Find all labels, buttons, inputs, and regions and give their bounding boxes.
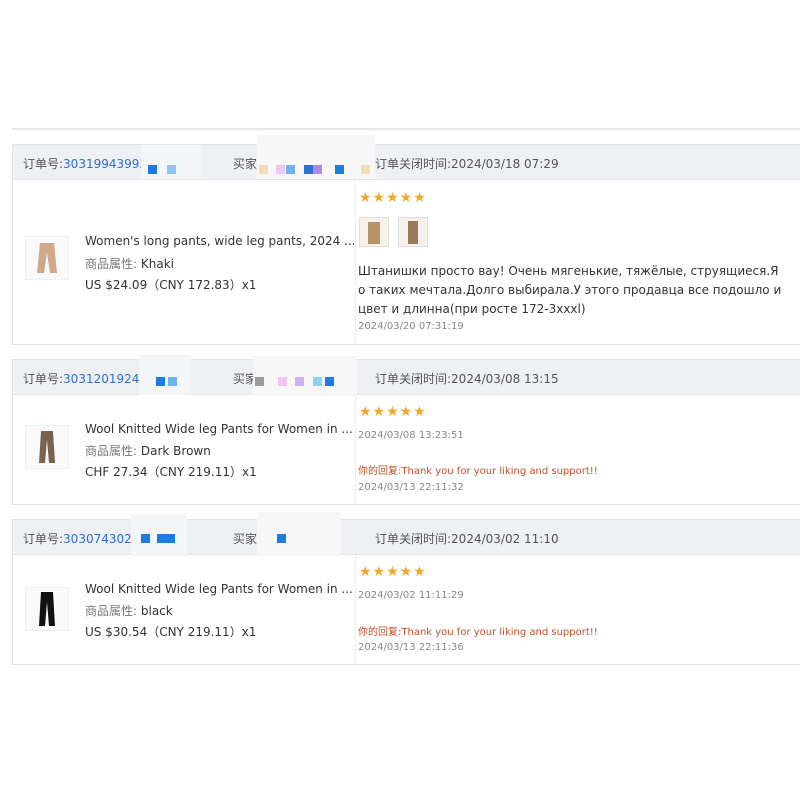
order-header: 订单号:3031201924 买家 订单关闭时间:2024/03/08 13:1… (13, 355, 800, 396)
attr-key: 商品属性: (85, 257, 138, 271)
redaction-pixel (259, 165, 268, 174)
rating-stars: ★★★★★ (359, 404, 427, 420)
reply-label: 你的回复: (358, 466, 402, 477)
redaction-pixel (276, 165, 285, 174)
column-divider (355, 555, 356, 666)
redaction-pixel (168, 377, 177, 386)
product-price: CHF 27.34（CNY 219.11）x1 (85, 465, 257, 479)
order-body: Women's long pants, wide leg pants, 2024… (13, 180, 800, 346)
redaction-pixel (255, 377, 264, 386)
review-text: Штанишки просто вау! Очень мягенькие, тя… (358, 264, 782, 316)
review-photo[interactable] (398, 217, 428, 247)
reply-time: 2024/03/13 22:11:36 (358, 642, 464, 653)
product-title[interactable]: Wool Knitted Wide leg Pants for Women in… (85, 422, 353, 436)
redaction-pixel (313, 377, 322, 386)
redaction-pixel (278, 377, 287, 386)
rating-stars: ★★★★★ (359, 564, 427, 580)
order-number-label: 订单号: (23, 372, 64, 386)
reply-text: Thank you for your liking and support!! (401, 627, 598, 638)
order-header: 订单号:3030743026 买家 订单关闭时间:2024/03/02 11:1… (13, 512, 800, 556)
seller-reply: 你的回复:Thank you for your liking and suppo… (358, 462, 598, 477)
order-body: Wool Knitted Wide leg Pants for Women in… (13, 395, 800, 506)
attr-key: 商品属性: (85, 444, 138, 458)
redaction-pixel (286, 165, 295, 174)
buyer-label: 买家 (233, 532, 258, 546)
product-thumbnail[interactable] (25, 236, 69, 280)
redaction-mask (253, 356, 357, 396)
attr-value: black (140, 604, 173, 618)
review-time: 2024/03/02 11:11:29 (358, 590, 464, 601)
redaction-pixel (361, 165, 370, 174)
redaction-pixel (141, 534, 150, 543)
product-price: US $24.09（CNY 172.83）x1 (85, 278, 257, 292)
column-divider (355, 180, 356, 346)
product-thumbnail[interactable] (25, 587, 69, 631)
redaction-pixel (325, 377, 334, 386)
product-attributes: 商品属性: Dark Brown (85, 442, 211, 459)
redaction-pixel (313, 165, 322, 174)
order-number-label: 订单号: (23, 157, 64, 171)
redaction-pixel (335, 165, 344, 174)
order-closed-time: 订单关闭时间:2024/03/08 13:15 (375, 372, 559, 386)
order-closed-time: 订单关闭时间:2024/03/02 11:10 (375, 532, 559, 546)
product-title[interactable]: Women's long pants, wide leg pants, 2024… (85, 234, 356, 248)
order-card: 订单号:30319943993 买家 订单关闭时间:2024/03/18 07:… (12, 135, 800, 346)
redaction-pixel (277, 534, 286, 543)
redaction-pixel (156, 377, 165, 386)
redaction-mask (257, 512, 341, 556)
product-attributes: 商品属性: black (85, 602, 173, 619)
product-price: US $30.54（CNY 219.11）x1 (85, 625, 257, 639)
order-number: 订单号:30319943993 (23, 155, 147, 172)
product-attributes: 商品属性: Khaki (85, 255, 174, 272)
buyer-label: 买家 (233, 157, 258, 171)
attr-value: Dark Brown (140, 444, 211, 458)
redaction-pixel (148, 165, 157, 174)
attr-value: Khaki (140, 257, 174, 271)
top-divider (12, 128, 800, 130)
order-number-label: 订单号: (23, 532, 64, 546)
redaction-pixel (157, 534, 175, 543)
order-number: 订单号:3031201924 (23, 370, 139, 387)
order-body: Wool Knitted Wide leg Pants for Women in… (13, 555, 800, 666)
product-thumbnail[interactable] (25, 425, 69, 469)
order-header: 订单号:30319943993 买家 订单关闭时间:2024/03/18 07:… (13, 135, 800, 180)
seller-reply: 你的回复:Thank you for your liking and suppo… (358, 623, 598, 638)
review-time: 2024/03/20 07:31:19 (358, 321, 464, 332)
order-number-link[interactable]: 30319943993 (63, 157, 147, 171)
order-number-link[interactable]: 3030743026 (63, 532, 139, 546)
reply-time: 2024/03/13 22:11:32 (358, 482, 464, 493)
product-title[interactable]: Wool Knitted Wide leg Pants for Women in… (85, 582, 353, 596)
column-divider (355, 395, 356, 506)
redaction-mask (139, 355, 191, 395)
order-number-link[interactable]: 3031201924 (63, 372, 139, 386)
attr-key: 商品属性: (85, 604, 138, 618)
review-photo[interactable] (359, 217, 389, 247)
review-time: 2024/03/08 13:23:51 (358, 430, 464, 441)
reply-label: 你的回复: (358, 627, 402, 638)
rating-stars: ★★★★★ (359, 190, 427, 206)
order-closed-time: 订单关闭时间:2024/03/18 07:29 (375, 157, 559, 171)
order-card: 订单号:3030743026 买家 订单关闭时间:2024/03/02 11:1… (12, 512, 800, 666)
reply-text: Thank you for your liking and support!! (401, 466, 598, 477)
order-card: 订单号:3031201924 买家 订单关闭时间:2024/03/08 13:1… (12, 355, 800, 506)
redaction-pixel (295, 377, 304, 386)
redaction-pixel (304, 165, 313, 174)
order-number: 订单号:3030743026 (23, 530, 139, 547)
redaction-pixel (167, 165, 176, 174)
